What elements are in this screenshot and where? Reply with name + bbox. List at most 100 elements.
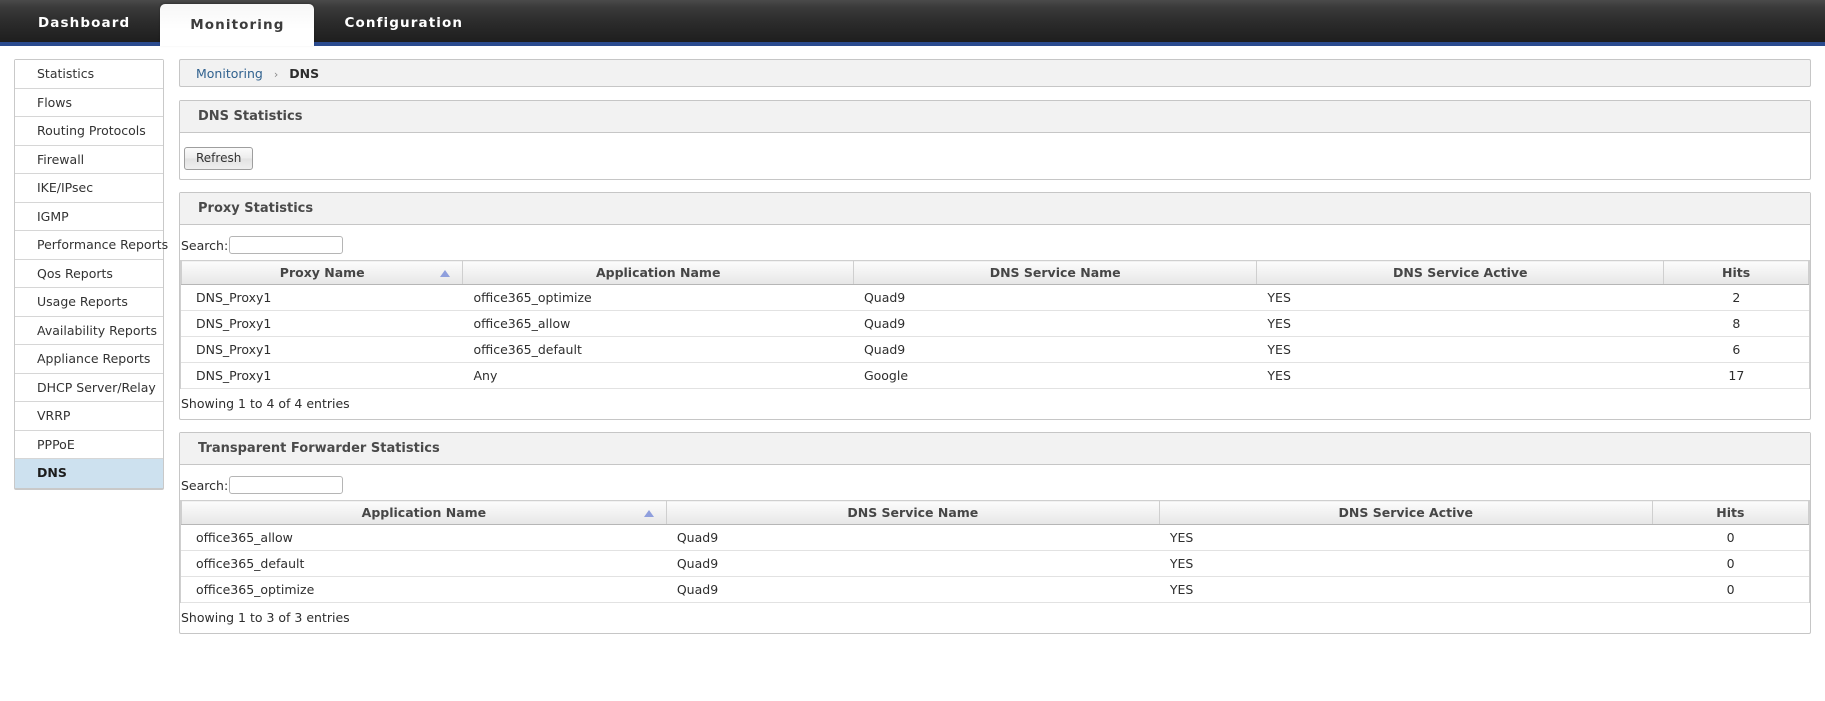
nav-tab-configuration[interactable]: Configuration	[314, 4, 493, 42]
table-row[interactable]: DNS_Proxy1 office365_optimize Quad9 YES …	[181, 284, 1809, 311]
cell-proxy-name: DNS_Proxy1	[181, 310, 463, 337]
forwarder-col-dns-service-active[interactable]: DNS Service Active	[1158, 500, 1653, 525]
refresh-button[interactable]: Refresh	[184, 147, 254, 170]
sidebar-item-firewall[interactable]: Firewall	[15, 145, 163, 174]
cell-application-name: office365_allow	[462, 310, 854, 337]
transparent-forwarder-table: Application Name DNS Service Name DNS Se…	[181, 500, 1810, 603]
table-row[interactable]: office365_optimize Quad9 YES 0	[181, 576, 1809, 603]
sort-ascending-icon	[440, 269, 451, 277]
forwarder-col-dns-service-active-label: DNS Service Active	[1338, 505, 1474, 520]
cell-hits: 0	[1652, 550, 1809, 577]
transparent-forwarder-footer-info: Showing 1 to 3 of 3 entries	[181, 610, 350, 625]
transparent-forwarder-table-wrap: Application Name DNS Service Name DNS Se…	[180, 500, 1810, 603]
table-row[interactable]: office365_default Quad9 YES 0	[181, 550, 1809, 577]
cell-dns-service-active: YES	[1159, 550, 1653, 577]
forwarder-col-hits-label: Hits	[1716, 505, 1745, 520]
sidebar-item-qos-reports[interactable]: Qos Reports	[15, 259, 163, 288]
cell-application-name: office365_allow	[181, 524, 667, 551]
sort-ascending-icon	[643, 509, 654, 517]
proxy-col-proxy-name[interactable]: Proxy Name	[180, 260, 464, 285]
proxy-col-proxy-name-label: Proxy Name	[279, 265, 365, 280]
cell-dns-service-name: Quad9	[666, 524, 1160, 551]
dns-statistics-panel: DNS Statistics Refresh	[179, 100, 1811, 180]
proxy-table-header-row: Proxy Name Application Name DNS Service …	[180, 260, 1809, 285]
sidebar-item-dhcp-server-relay[interactable]: DHCP Server/Relay	[15, 373, 163, 402]
table-row[interactable]: DNS_Proxy1 office365_allow Quad9 YES 8	[181, 310, 1809, 337]
cell-hits: 2	[1663, 284, 1809, 311]
cell-dns-service-name: Quad9	[853, 310, 1257, 337]
forwarder-table-header-row: Application Name DNS Service Name DNS Se…	[181, 500, 1810, 525]
cell-application-name: Any	[462, 362, 854, 389]
dns-statistics-title: DNS Statistics	[180, 101, 1810, 133]
sidebar-item-igmp[interactable]: IGMP	[15, 202, 163, 231]
sidebar-item-flows[interactable]: Flows	[15, 88, 163, 117]
cell-dns-service-name: Quad9	[666, 576, 1160, 603]
table-row[interactable]: office365_allow Quad9 YES 0	[181, 524, 1809, 551]
sidebar-item-usage-reports[interactable]: Usage Reports	[15, 288, 163, 317]
breadcrumb-separator-icon: ›	[273, 68, 279, 81]
cell-application-name: office365_default	[462, 336, 854, 363]
sidebar-item-availability-reports[interactable]: Availability Reports	[15, 316, 163, 345]
cell-dns-service-active: YES	[1256, 310, 1664, 337]
proxy-statistics-title: Proxy Statistics	[180, 193, 1810, 225]
refresh-button-wrap: Refresh	[180, 140, 1810, 179]
forwarder-search-row: Search:	[180, 472, 1810, 500]
nav-tab-monitoring[interactable]: Monitoring	[160, 4, 315, 46]
forwarder-col-application-name[interactable]: Application Name	[181, 500, 667, 525]
cell-application-name: office365_default	[181, 550, 667, 577]
proxy-statistics-panel: Proxy Statistics Search: Proxy Name Appl…	[179, 192, 1811, 420]
cell-dns-service-name: Quad9	[666, 550, 1160, 577]
cell-dns-service-name: Google	[853, 362, 1257, 389]
main-content: Monitoring › DNS DNS Statistics Refresh …	[179, 59, 1811, 646]
cell-hits: 0	[1652, 524, 1809, 551]
cell-hits: 0	[1652, 576, 1809, 603]
table-row[interactable]: DNS_Proxy1 office365_default Quad9 YES 6	[181, 336, 1809, 363]
table-row[interactable]: DNS_Proxy1 Any Google YES 17	[181, 362, 1809, 389]
proxy-col-dns-service-name-label: DNS Service Name	[989, 265, 1121, 280]
sidebar-item-statistics[interactable]: Statistics	[15, 60, 163, 89]
proxy-col-application-name[interactable]: Application Name	[462, 260, 854, 285]
nav-tab-dashboard[interactable]: Dashboard	[8, 4, 160, 42]
sidebar-item-vrrp[interactable]: VRRP	[15, 402, 163, 431]
proxy-col-application-name-label: Application Name	[595, 265, 721, 280]
forwarder-search-input[interactable]	[229, 476, 344, 494]
proxy-statistics-table-body: DNS_Proxy1 office365_optimize Quad9 YES …	[181, 284, 1809, 389]
proxy-search-label: Search:	[181, 237, 229, 253]
dns-statistics-body: Refresh	[180, 133, 1810, 179]
proxy-col-dns-service-active[interactable]: DNS Service Active	[1256, 260, 1665, 285]
proxy-col-dns-service-active-label: DNS Service Active	[1393, 265, 1528, 280]
sidebar-item-ike-ipsec[interactable]: IKE/IPsec	[15, 174, 163, 203]
cell-dns-service-active: YES	[1159, 576, 1653, 603]
proxy-col-hits[interactable]: Hits	[1663, 260, 1809, 285]
cell-dns-service-name: Quad9	[853, 284, 1257, 311]
cell-application-name: office365_optimize	[181, 576, 667, 603]
sidebar-item-appliance-reports[interactable]: Appliance Reports	[15, 345, 163, 374]
breadcrumb-current-dns: DNS	[289, 66, 320, 81]
proxy-col-dns-service-name[interactable]: DNS Service Name	[852, 260, 1258, 285]
sidebar-item-dns[interactable]: DNS	[15, 459, 163, 488]
cell-proxy-name: DNS_Proxy1	[181, 362, 463, 389]
cell-dns-service-active: YES	[1256, 336, 1664, 363]
proxy-statistics-table-wrap: Proxy Name Application Name DNS Service …	[180, 260, 1810, 389]
top-navigation-bar: Dashboard Monitoring Configuration	[0, 0, 1825, 46]
transparent-forwarder-statistics-title: Transparent Forwarder Statistics	[180, 433, 1810, 465]
page-body: Statistics Flows Routing Protocols Firew…	[0, 46, 1825, 697]
sidebar-item-performance-reports[interactable]: Performance Reports	[15, 231, 168, 260]
forwarder-col-application-name-label: Application Name	[361, 505, 487, 520]
cell-dns-service-name: Quad9	[853, 336, 1257, 363]
forwarder-col-dns-service-name-label: DNS Service Name	[847, 505, 979, 520]
proxy-search-input[interactable]	[229, 236, 344, 254]
forwarder-col-dns-service-name[interactable]: DNS Service Name	[665, 500, 1160, 525]
cell-dns-service-active: YES	[1159, 524, 1653, 551]
cell-hits: 17	[1663, 362, 1809, 389]
forwarder-col-hits[interactable]: Hits	[1651, 500, 1810, 525]
sidebar-item-routing-protocols[interactable]: Routing Protocols	[15, 117, 163, 146]
sidebar-item-pppoe[interactable]: PPPoE	[15, 430, 163, 459]
cell-hits: 8	[1663, 310, 1809, 337]
forwarder-search-label: Search:	[181, 477, 229, 493]
proxy-col-hits-label: Hits	[1722, 265, 1751, 280]
breadcrumb-link-monitoring[interactable]: Monitoring	[196, 66, 263, 81]
transparent-forwarder-statistics-body: Search: Application Name DNS Service Nam…	[180, 465, 1810, 633]
proxy-search-row: Search:	[180, 232, 1810, 260]
cell-hits: 6	[1663, 336, 1809, 363]
